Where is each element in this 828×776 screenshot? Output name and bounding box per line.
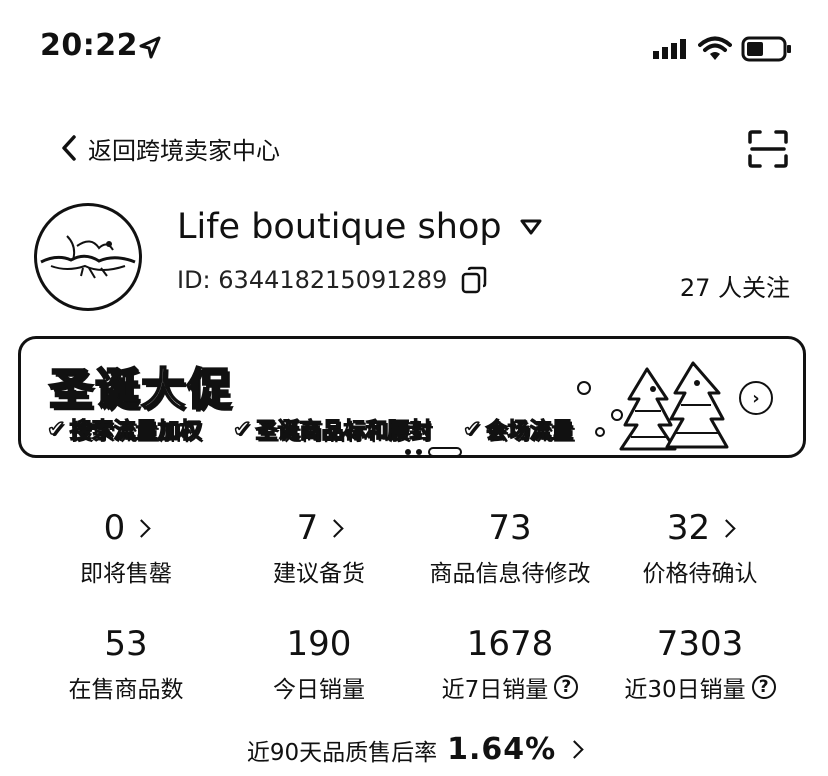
shop-avatar[interactable] <box>34 203 142 311</box>
stat-label: 商品信息待修改 <box>429 561 591 587</box>
stat-value: 53 <box>104 624 148 664</box>
stat-value: 7303 <box>656 624 744 664</box>
status-time: 20:22 <box>40 28 138 63</box>
stat-info-to-fix[interactable]: 73 商品信息待修改 <box>410 508 610 588</box>
cellular-signal-icon <box>653 39 686 59</box>
check-icon: ✔ <box>462 416 482 443</box>
stat-30day-sales: 7303 近30日销量? <box>600 624 800 704</box>
perk-label: 圣诞商品标和腰封 <box>255 418 432 444</box>
shop-logo-image <box>40 235 136 279</box>
perk-1: ✔ 搜索流量加权 <box>46 413 202 445</box>
check-icon: ✔ <box>46 416 66 443</box>
stat-label: 价格待确认 <box>642 561 758 587</box>
question-circle-icon[interactable]: ? <box>554 675 579 699</box>
stat-value: 32 <box>666 508 711 548</box>
perk-2: ✔ 圣诞商品标和腰封 <box>232 413 432 445</box>
stat-7day-sales: 1678 近7日销量? <box>410 624 610 704</box>
followers-count[interactable]: 27 人关注 <box>680 268 790 303</box>
christmas-trees-illustration <box>619 361 729 451</box>
chevron-left-icon <box>62 135 76 161</box>
christmas-promo-banner[interactable]: 圣诞大促 ✔ 搜索流量加权 ✔ 圣诞商品标和腰封 ✔ 会场流量 › <box>18 336 806 458</box>
stat-on-sale-count: 53 在售商品数 <box>26 624 226 704</box>
banner-title: 圣诞大促 <box>48 363 233 416</box>
stat-label: 近30日销量 <box>624 677 746 703</box>
after-sales-label: 近90天品质售后率 <box>246 739 438 766</box>
stat-label: 今日销量 <box>273 677 365 703</box>
location-arrow-icon <box>139 36 161 59</box>
back-label: 返回跨境卖家中心 <box>88 136 280 165</box>
chevron-right-icon <box>565 740 584 759</box>
snow-dot <box>595 427 605 437</box>
stat-restock-suggested[interactable]: 7 建议备货 <box>219 508 419 588</box>
perk-label: 搜索流量加权 <box>69 418 202 444</box>
shop-id: ID: 634418215091289 <box>177 266 448 294</box>
perk-3: ✔ 会场流量 <box>462 413 574 445</box>
shop-name: Life boutique shop <box>177 207 502 247</box>
scan-icon[interactable] <box>748 130 788 168</box>
chevron-right-icon <box>717 518 736 538</box>
question-circle-icon[interactable]: ? <box>751 675 776 699</box>
stat-value: 73 <box>488 508 532 548</box>
carousel-page-indicator <box>405 447 462 455</box>
stat-selling-out[interactable]: 0 即将售罄 <box>26 508 226 588</box>
snow-dot <box>577 381 591 395</box>
stat-label: 近7日销量 <box>441 677 549 703</box>
stat-price-to-confirm[interactable]: 32 价格待确认 <box>600 508 800 588</box>
stat-value: 0 <box>103 508 126 548</box>
stat-value: 190 <box>286 624 352 664</box>
chevron-right-icon <box>325 518 345 538</box>
after-sales-rate-link[interactable]: 近90天品质售后率 1.64% <box>0 732 828 767</box>
chevron-right-icon <box>132 518 152 538</box>
stat-value: 1678 <box>466 624 554 664</box>
wifi-icon <box>698 36 732 60</box>
chevron-right-icon[interactable]: › <box>739 381 773 415</box>
copy-icon[interactable] <box>461 266 487 294</box>
back-button[interactable]: 返回跨境卖家中心 <box>58 128 280 168</box>
stat-label: 建议备货 <box>273 561 365 587</box>
stat-today-sales: 190 今日销量 <box>219 624 419 704</box>
perk-label: 会场流量 <box>485 418 574 444</box>
stat-label: 即将售罄 <box>80 561 172 587</box>
battery-icon <box>741 36 791 62</box>
caret-down-icon <box>520 219 542 235</box>
shop-name-dropdown[interactable]: Life boutique shop <box>177 207 542 247</box>
stat-value: 7 <box>296 508 319 548</box>
after-sales-rate: 1.64% <box>447 732 557 767</box>
shop-id-row: ID: 634418215091289 <box>177 266 487 294</box>
stat-label: 在售商品数 <box>68 677 184 703</box>
check-icon: ✔ <box>232 416 252 443</box>
